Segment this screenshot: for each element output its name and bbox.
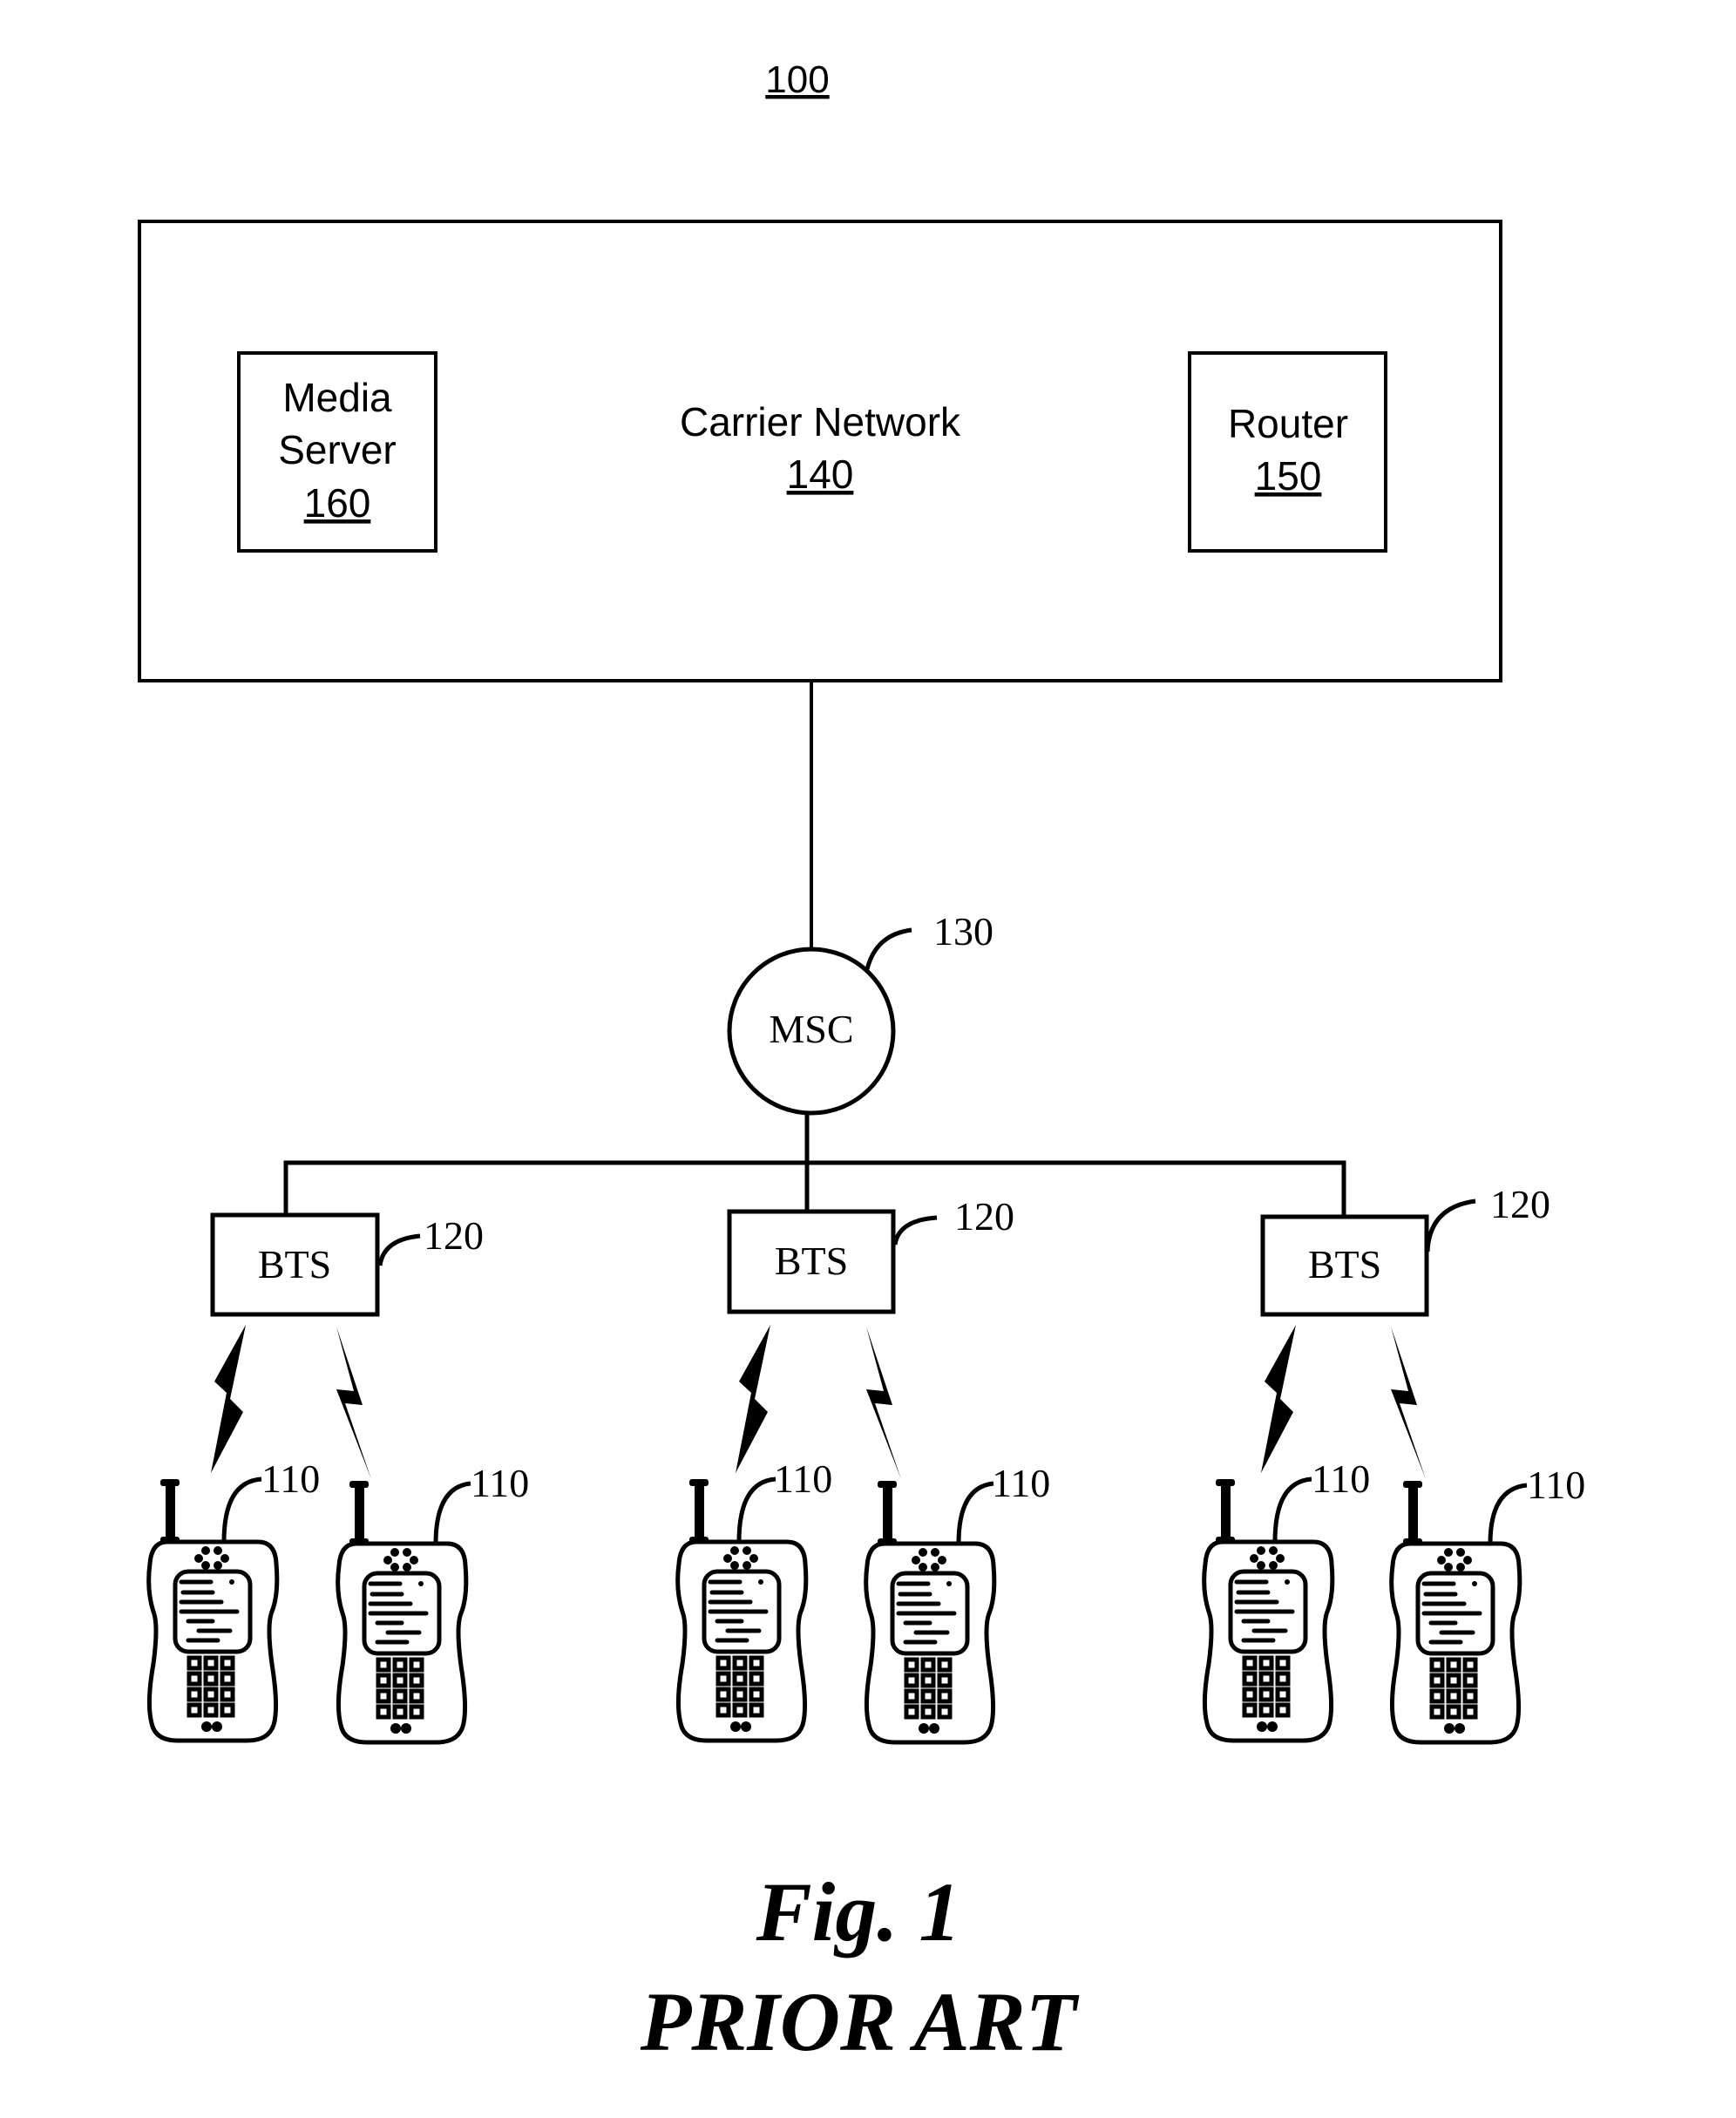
msc-label: MSC — [769, 1007, 853, 1051]
walkie-talkie-icon — [1392, 1481, 1520, 1742]
media-server-ref: 160 — [304, 480, 371, 526]
lightning-bolt-icon — [866, 1327, 901, 1479]
mobile-device-3: 110 — [678, 1456, 832, 1741]
carrier-network-ref: 140 — [787, 451, 854, 497]
msc-leader-line — [865, 927, 912, 970]
figure-caption-prior-art: PRIOR ART — [640, 1975, 1080, 2068]
device-leader-line — [433, 1481, 471, 1544]
mobile-device-6: 110 — [1392, 1463, 1585, 1742]
device-leader-line — [736, 1476, 776, 1543]
mobile-device-5: 110 — [1204, 1456, 1370, 1741]
lightning-bolt-icon — [1261, 1325, 1296, 1473]
network-diagram: 100 Carrier Network 140 Media Server 160… — [138, 58, 1585, 2068]
lightning-bolt-icon — [211, 1325, 246, 1473]
device-leader-line — [221, 1476, 262, 1543]
bts-station-3: BTS 120 — [1260, 1182, 1550, 1317]
bts-bus-line — [283, 1160, 1346, 1217]
lightning-bolt-icon — [736, 1325, 770, 1473]
bts-label: BTS — [258, 1242, 331, 1286]
device-leader-line — [956, 1481, 994, 1544]
device-ref: 110 — [471, 1461, 529, 1505]
device-ref: 110 — [1312, 1456, 1370, 1501]
lightning-bolt-icon — [1391, 1327, 1426, 1479]
bts-label: BTS — [1308, 1242, 1381, 1286]
bts-station-1: BTS 120 — [210, 1212, 484, 1317]
bts-ref: 120 — [1490, 1182, 1550, 1226]
walkie-talkie-icon — [338, 1481, 466, 1742]
carrier-network-label: Carrier Network — [680, 399, 961, 445]
bts-station-2: BTS 120 — [727, 1194, 1014, 1314]
device-ref: 110 — [774, 1456, 832, 1501]
lightning-bolt-icon — [336, 1327, 371, 1479]
walkie-talkie-icon — [866, 1481, 994, 1742]
media-server-label-line2: Server — [278, 427, 396, 472]
bts-ref: 120 — [954, 1194, 1014, 1239]
router-label: Router — [1228, 401, 1348, 446]
msc-ref: 130 — [933, 909, 993, 954]
bts-label: BTS — [775, 1239, 848, 1283]
media-server-label-line1: Media — [282, 375, 392, 420]
mobile-device-2: 110 — [338, 1461, 529, 1742]
walkie-talkie-icon — [1204, 1479, 1333, 1741]
walkie-talkie-icon — [149, 1479, 277, 1741]
device-leader-line — [1272, 1476, 1312, 1543]
device-leader-line — [1488, 1483, 1528, 1544]
bts-leader-line — [1425, 1198, 1476, 1252]
bts-leader-line — [377, 1233, 421, 1266]
device-ref: 110 — [992, 1461, 1050, 1505]
figure-caption: Fig. 1 — [756, 1865, 961, 1958]
bts-leader-line — [892, 1215, 938, 1246]
figure-ref-number: 100 — [765, 58, 829, 101]
router-ref: 150 — [1255, 453, 1322, 499]
mobile-device-1: 110 — [149, 1456, 320, 1741]
bts-ref: 120 — [424, 1213, 484, 1258]
mobile-device-4: 110 — [866, 1461, 1050, 1742]
device-ref: 110 — [1527, 1463, 1585, 1507]
router-box — [1188, 351, 1387, 553]
device-ref: 110 — [261, 1456, 320, 1501]
